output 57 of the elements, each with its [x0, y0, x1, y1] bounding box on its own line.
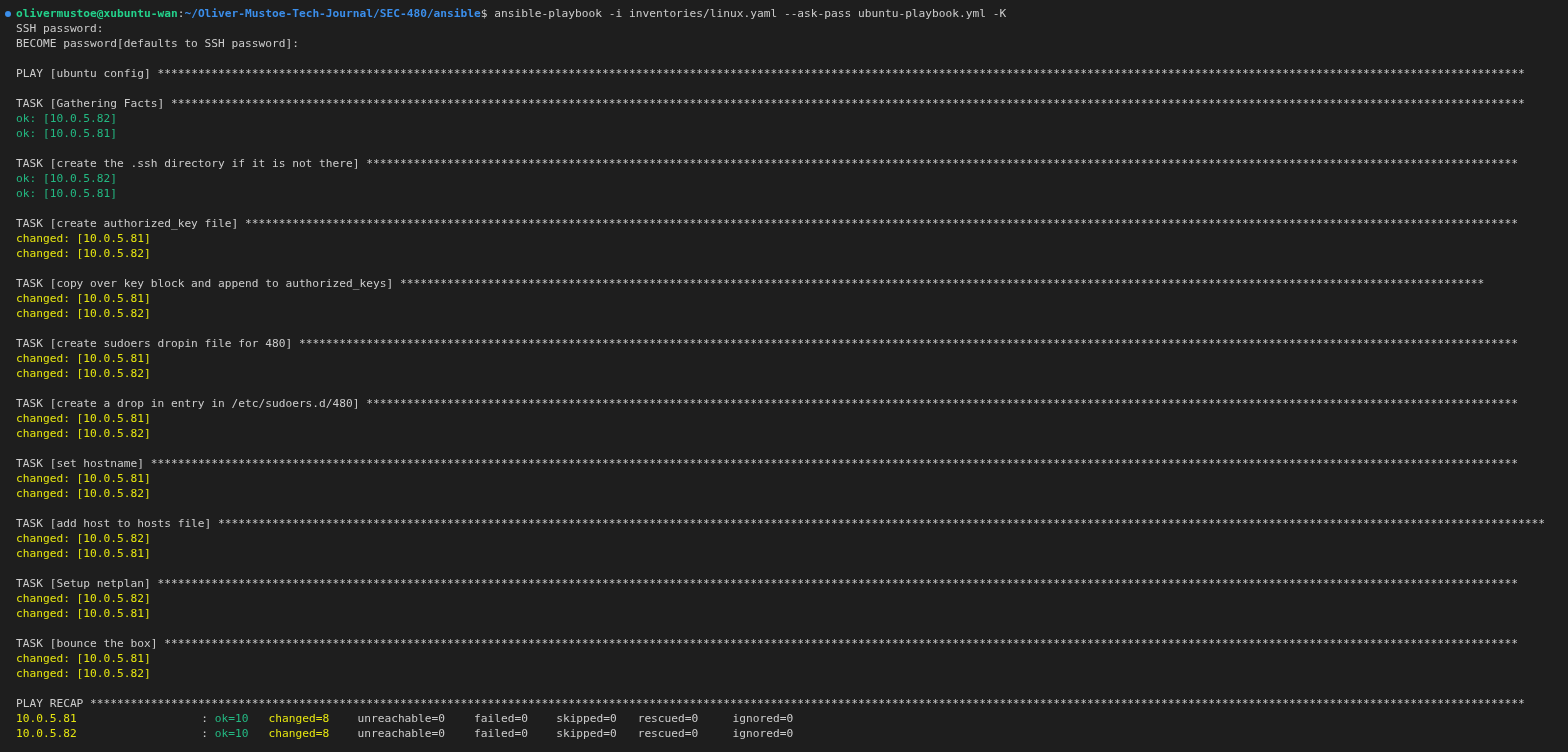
task-result: changed: [10.0.5.81] — [16, 471, 151, 486]
task-header: TASK [create sudoers dropin file for 480] ************************************************************************************************************************************************************************************* — [16, 336, 1519, 351]
task-result: changed: [10.0.5.82] — [16, 246, 151, 261]
task-result: changed: [10.0.5.81] — [16, 231, 151, 246]
play-header: PLAY [ubuntu config] *********************************************************************************************************************************************************************************************************** — [16, 66, 1525, 81]
task-result: changed: [10.0.5.82] — [16, 366, 151, 381]
task-result: changed: [10.0.5.81] — [16, 351, 151, 366]
prompt-symbol: $ — [480, 6, 488, 21]
task-header: TASK [create authorized_key file] ********************************************************************************************************************************************************************************************* — [16, 216, 1519, 231]
recap-separator: : — [201, 712, 208, 725]
recap-stat: ignored=0 — [732, 712, 794, 725]
recap-stat: unreachable=0 — [357, 727, 446, 740]
recap-stat: changed=8 — [268, 727, 330, 740]
recap-stat: skipped=0 — [556, 712, 617, 725]
recap-host: 10.0.5.81 — [16, 712, 77, 725]
task-result: changed: [10.0.5.82] — [16, 306, 151, 321]
recap-stat: unreachable=0 — [357, 712, 446, 725]
recap-stat: failed=0 — [474, 727, 528, 740]
recap-stat: skipped=0 — [556, 727, 617, 740]
task-result: changed: [10.0.5.82] — [16, 666, 151, 681]
task-header: TASK [bounce the box] ********************************************************************************************************************************************************************************************************* — [16, 636, 1519, 651]
recap-stat: ignored=0 — [732, 727, 794, 740]
task-result: changed: [10.0.5.82] — [16, 426, 151, 441]
task-result: ok: [10.0.5.82] — [16, 111, 118, 126]
recap-header: PLAY RECAP ********************************************************************************************************************************************************************************************************************* — [16, 696, 1525, 711]
task-header: TASK [Setup netplan] ********************************************************************************************************************************************************************************************************** — [16, 576, 1519, 591]
task-header: TASK [Gathering Facts] ********************************************************************************************************************************************************************************************************* — [16, 96, 1525, 111]
task-result: ok: [10.0.5.81] — [16, 126, 118, 141]
task-result: changed: [10.0.5.82] — [16, 591, 151, 606]
prompt-user: olivermustoe@xubuntu-wan — [16, 6, 178, 21]
password-prompt: BECOME password[defaults to SSH password]: — [16, 36, 299, 51]
task-header: TASK [create the .ssh directory if it is not there] *************************************************************************************************************************************************************************** — [16, 156, 1519, 171]
prompt-path: ~/Oliver-Mustoe-Tech-Journal/SEC-480/ansible — [184, 6, 481, 21]
recap-separator: : — [201, 727, 208, 740]
password-prompt: SSH password: — [16, 21, 104, 36]
prompt-separator: : — [177, 6, 185, 21]
task-header: TASK [copy over key block and append to authorized_keys] ***************************************************************************************************************************************************************** — [16, 276, 1485, 291]
task-result: changed: [10.0.5.81] — [16, 606, 151, 621]
task-result: ok: [10.0.5.81] — [16, 186, 118, 201]
recap-stat: ok=10 — [214, 727, 249, 740]
recap-stat: rescued=0 — [637, 712, 699, 725]
recap-host: 10.0.5.82 — [16, 727, 77, 740]
task-result: changed: [10.0.5.81] — [16, 651, 151, 666]
task-result: ok: [10.0.5.82] — [16, 171, 118, 186]
task-result: changed: [10.0.5.81] — [16, 291, 151, 306]
task-result: changed: [10.0.5.81] — [16, 411, 151, 426]
recap-stat: failed=0 — [474, 712, 528, 725]
task-result: changed: [10.0.5.82] — [16, 531, 151, 546]
command-text: ansible-playbook -i inventories/linux.yaml --ask-pass ubuntu-playbook.yml -K — [494, 6, 1007, 21]
recap-stat: changed=8 — [268, 712, 330, 725]
task-result: changed: [10.0.5.82] — [16, 486, 151, 501]
task-result: changed: [10.0.5.81] — [16, 546, 151, 561]
task-header: TASK [set hostname] *********************************************************************************************************************************************************************************************************** — [16, 456, 1519, 471]
recap-stat: rescued=0 — [637, 727, 699, 740]
task-header: TASK [add host to hosts file] ***************************************************************************************************************************************************************************************************** — [16, 516, 1545, 531]
task-header: TASK [create a drop in entry in /etc/sudoers.d/480] *************************************************************************************************************************************************************************** — [16, 396, 1519, 411]
recap-stat: ok=10 — [214, 712, 249, 725]
